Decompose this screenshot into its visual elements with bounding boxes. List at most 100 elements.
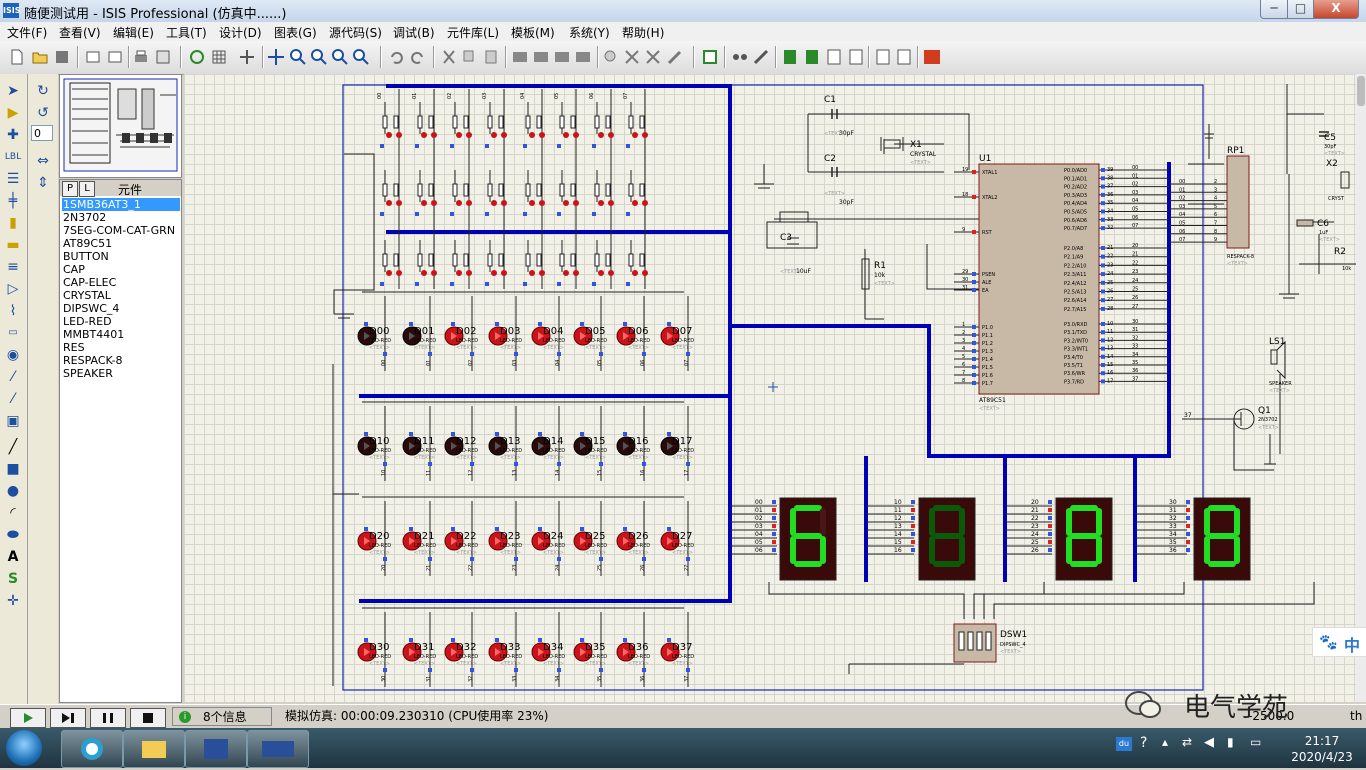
line-icon[interactable]: ╱ xyxy=(4,438,22,456)
crystal-x1[interactable]: X1 CRYSTAL <TEXT> xyxy=(880,137,937,166)
capacitor-c6[interactable]: C6 1uF <TEXT> xyxy=(1296,219,1340,243)
rotate-cw-icon[interactable]: ↻ xyxy=(34,82,52,100)
menu-tools[interactable]: 工具(T) xyxy=(166,24,207,41)
new-sheet-icon[interactable] xyxy=(781,48,799,66)
menu-edit[interactable]: 编辑(E) xyxy=(113,24,154,41)
volume-icon[interactable]: ◀ xyxy=(1204,735,1214,750)
step-button[interactable] xyxy=(50,708,86,728)
part-item[interactable]: RES xyxy=(62,341,180,354)
block-move-icon[interactable] xyxy=(532,48,550,66)
part-item[interactable]: SPEAKER xyxy=(62,367,180,380)
export-icon[interactable] xyxy=(106,48,124,66)
capacitor-c5[interactable]: C5 30pF <TEXT> xyxy=(1319,131,1345,157)
probe-current-icon[interactable]: ⁄ xyxy=(4,368,22,386)
undo-icon[interactable] xyxy=(387,48,405,66)
open-folder-icon[interactable] xyxy=(31,48,49,66)
zoom-out-icon[interactable] xyxy=(310,48,328,66)
part-item[interactable]: CAP xyxy=(62,263,180,276)
refresh-icon[interactable] xyxy=(188,48,206,66)
capacitor-c1[interactable]: C1 30pF <TEXT> xyxy=(824,95,854,137)
ime-indicator[interactable]: 🐾 中 xyxy=(1312,627,1366,657)
wire-autorouter-icon[interactable] xyxy=(701,48,719,66)
menu-graph[interactable]: 图表(G) xyxy=(274,24,317,41)
bus-icon[interactable]: ╪ xyxy=(4,192,22,210)
cut-icon[interactable] xyxy=(440,48,458,66)
library-manager-button[interactable]: L xyxy=(79,181,95,197)
speaker-ls1[interactable]: LS1 SPEAKER <TEXT> xyxy=(1269,337,1292,394)
play-button[interactable] xyxy=(10,708,46,728)
search-tag-icon[interactable] xyxy=(731,48,749,66)
crystal-x2[interactable]: X2 CRYST xyxy=(1326,159,1350,202)
vertical-scrollbar[interactable] xyxy=(1356,74,1366,702)
wire-label-icon[interactable]: LBL xyxy=(4,148,22,166)
decompose-icon[interactable] xyxy=(666,48,684,66)
scroll-thumb[interactable] xyxy=(1357,76,1365,106)
menu-design[interactable]: 设计(D) xyxy=(219,24,262,41)
part-item[interactable]: MMBT4401 xyxy=(62,328,180,341)
box-icon[interactable]: ■ xyxy=(4,460,22,478)
menu-source[interactable]: 源代码(S) xyxy=(329,24,382,41)
make-device-icon[interactable] xyxy=(623,48,641,66)
tray-du[interactable]: du xyxy=(1116,737,1132,751)
maximize-button[interactable]: □ xyxy=(1287,0,1314,19)
menu-debug[interactable]: 调试(B) xyxy=(393,24,435,41)
block-delete-icon[interactable] xyxy=(574,48,592,66)
minimize-button[interactable]: ─ xyxy=(1260,0,1288,19)
part-item[interactable]: AT89C51 xyxy=(62,237,180,250)
part-item[interactable]: LED-RED xyxy=(62,315,180,328)
block-copy-icon[interactable] xyxy=(511,48,529,66)
save-icon[interactable] xyxy=(53,48,71,66)
origin-icon[interactable] xyxy=(238,48,256,66)
grid-icon[interactable] xyxy=(210,48,228,66)
remove-sheet-icon[interactable] xyxy=(803,48,821,66)
netlist-icon[interactable] xyxy=(847,48,865,66)
property-tool-icon[interactable] xyxy=(752,48,770,66)
component-mode-icon[interactable]: ▶ xyxy=(4,104,22,122)
show-hidden-icon[interactable]: ▴ xyxy=(1162,735,1168,749)
arc-icon[interactable]: ◜ xyxy=(4,504,22,522)
menu-template[interactable]: 模板(M) xyxy=(511,24,555,41)
zoom-area-icon[interactable] xyxy=(352,48,370,66)
junction-icon[interactable]: ✚ xyxy=(4,126,22,144)
part-item[interactable]: RESPACK-8 xyxy=(62,354,180,367)
marker-icon[interactable]: ✛ xyxy=(4,592,22,610)
taskbar-browser[interactable] xyxy=(61,730,123,768)
erc-icon[interactable] xyxy=(895,48,913,66)
print-icon[interactable] xyxy=(132,48,150,66)
subcircuit-icon[interactable]: ▮ xyxy=(4,214,22,232)
rotate-ccw-icon[interactable]: ↺ xyxy=(34,104,52,122)
text-icon[interactable]: A xyxy=(4,548,22,566)
pick-device-icon[interactable] xyxy=(602,48,620,66)
menu-file[interactable]: 文件(F) xyxy=(7,24,47,41)
pause-button[interactable] xyxy=(90,708,126,728)
import-icon[interactable] xyxy=(84,48,102,66)
signal-icon[interactable]: ▮ xyxy=(1227,735,1234,749)
taskbar-explorer[interactable] xyxy=(123,730,185,768)
part-item[interactable]: 7SEG-COM-CAT-GRN xyxy=(62,224,180,237)
zoom-all-icon[interactable] xyxy=(331,48,349,66)
menu-view[interactable]: 查看(V) xyxy=(59,24,101,41)
redo-icon[interactable] xyxy=(409,48,427,66)
circle-icon[interactable]: ● xyxy=(4,482,22,500)
exit-parent-icon[interactable] xyxy=(825,48,843,66)
copy-icon[interactable] xyxy=(461,48,479,66)
part-item[interactable]: DIPSWC_4 xyxy=(62,302,180,315)
part-item[interactable]: CAP-ELEC xyxy=(62,276,180,289)
stop-button[interactable] xyxy=(130,708,166,728)
part-item[interactable]: CRYSTAL xyxy=(62,289,180,302)
microcontroller-u1[interactable]: U1 AT89C51 <TEXT> 19 XTAL118 XTAL29 RST29 PS… xyxy=(954,154,1227,412)
capacitor-c3[interactable]: C3 10uF <TEXT> xyxy=(766,211,818,275)
help-tray-icon[interactable]: ? xyxy=(1140,735,1147,751)
menu-system[interactable]: 系统(Y) xyxy=(569,24,610,41)
menu-library[interactable]: 元件库(L) xyxy=(447,24,499,41)
taskbar-isis[interactable] xyxy=(247,730,309,768)
network-icon[interactable]: ⇄ xyxy=(1182,735,1192,749)
probe-voltage-icon[interactable]: ◉ xyxy=(4,346,22,364)
overview-window[interactable] xyxy=(59,74,182,178)
area-icon[interactable] xyxy=(154,48,172,66)
part-item[interactable]: BUTTON xyxy=(62,250,180,263)
flip-horizontal-icon[interactable]: ⇔ xyxy=(34,152,52,170)
pan-icon[interactable] xyxy=(267,48,285,66)
instrument-icon[interactable]: ▣ xyxy=(4,412,22,430)
start-button[interactable] xyxy=(6,730,42,766)
